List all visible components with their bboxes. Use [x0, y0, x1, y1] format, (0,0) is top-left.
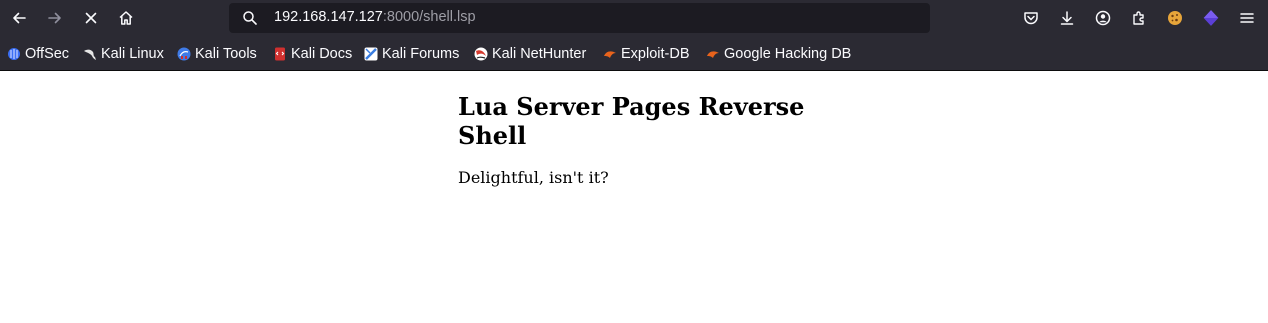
back-icon [13, 12, 26, 24]
page-body: Lua Server Pages Reverse Shell Delightfu… [458, 92, 838, 188]
bookmark-label: Exploit-DB [621, 46, 690, 62]
bookmark-label: Google Hacking DB [724, 46, 852, 62]
stop-icon [85, 12, 97, 24]
bookmark-exploit-db[interactable]: Exploit-DB [603, 44, 690, 64]
home-icon [119, 11, 133, 25]
nethunter-icon [474, 47, 488, 61]
kali-dragon-icon [84, 49, 96, 60]
page-heading: Lua Server Pages Reverse Shell [458, 92, 805, 150]
navigation-toolbar: 192.168.147.127:8000/shell.lsp [0, 0, 1268, 37]
ghdb-icon [707, 51, 719, 58]
account-button[interactable] [1093, 8, 1113, 28]
bookmark-kali-linux[interactable]: Kali Linux [83, 44, 164, 64]
bookmark-label: Kali Docs [291, 46, 353, 62]
bookmarks-toolbar: OffSec Kali Linux Kali Tools Kali Docs K… [0, 40, 1268, 68]
exploit-db-icon [604, 51, 616, 58]
bookmark-kali-forums[interactable]: Kali Forums [364, 44, 459, 64]
account-icon [1095, 10, 1111, 26]
page-content: Lua Server Pages Reverse Shell Delightfu… [0, 71, 1268, 323]
extension-cookie-button[interactable] [1165, 8, 1185, 28]
extension-cookie-icon [1168, 11, 1182, 25]
extensions-button[interactable] [1129, 8, 1149, 28]
extension-cube-button[interactable] [1201, 8, 1221, 28]
bookmark-label: Kali Forums [382, 46, 460, 62]
page-text: Delightful, isn't it? [458, 168, 609, 187]
bookmark-label: OffSec [25, 46, 70, 62]
bookmark-google-hacking-db[interactable]: Google Hacking DB [706, 44, 851, 64]
browser-chrome: 192.168.147.127:8000/shell.lsp OffSec Ka… [0, 0, 1268, 71]
bookmark-kali-docs[interactable]: Kali Docs [273, 44, 352, 64]
bookmark-label: Kali Tools [195, 46, 257, 62]
url-bar[interactable]: 192.168.147.127:8000/shell.lsp [229, 3, 930, 33]
url-host: 192.168.147.127 [274, 9, 383, 25]
bookmark-offsec[interactable]: OffSec [7, 44, 69, 64]
extensions-icon [1133, 11, 1144, 25]
search-icon [243, 11, 257, 25]
menu-icon [1240, 13, 1254, 23]
downloads-button[interactable] [1057, 8, 1077, 28]
kali-docs-icon [275, 47, 285, 61]
bookmark-kali-nethunter[interactable]: Kali NetHunter [474, 44, 586, 64]
pocket-button[interactable] [1021, 8, 1041, 28]
forward-button[interactable] [40, 4, 70, 32]
downloads-icon [1060, 11, 1074, 25]
kali-tools-icon [177, 47, 191, 61]
pocket-icon [1024, 12, 1038, 25]
back-button[interactable] [4, 4, 34, 32]
offsec-icon [8, 48, 21, 60]
url-text[interactable]: 192.168.147.127:8000/shell.lsp [274, 9, 476, 25]
kali-forums-icon [364, 47, 378, 61]
forward-icon [48, 12, 61, 24]
url-path: :8000/shell.lsp [382, 9, 476, 25]
bookmark-label: Kali Linux [101, 46, 164, 62]
bookmark-kali-tools[interactable]: Kali Tools [177, 44, 257, 64]
extension-cube-icon [1203, 10, 1219, 26]
bookmark-label: Kali NetHunter [492, 46, 587, 62]
home-button[interactable] [111, 4, 141, 32]
menu-button[interactable] [1237, 8, 1257, 28]
stop-button[interactable] [76, 4, 106, 32]
